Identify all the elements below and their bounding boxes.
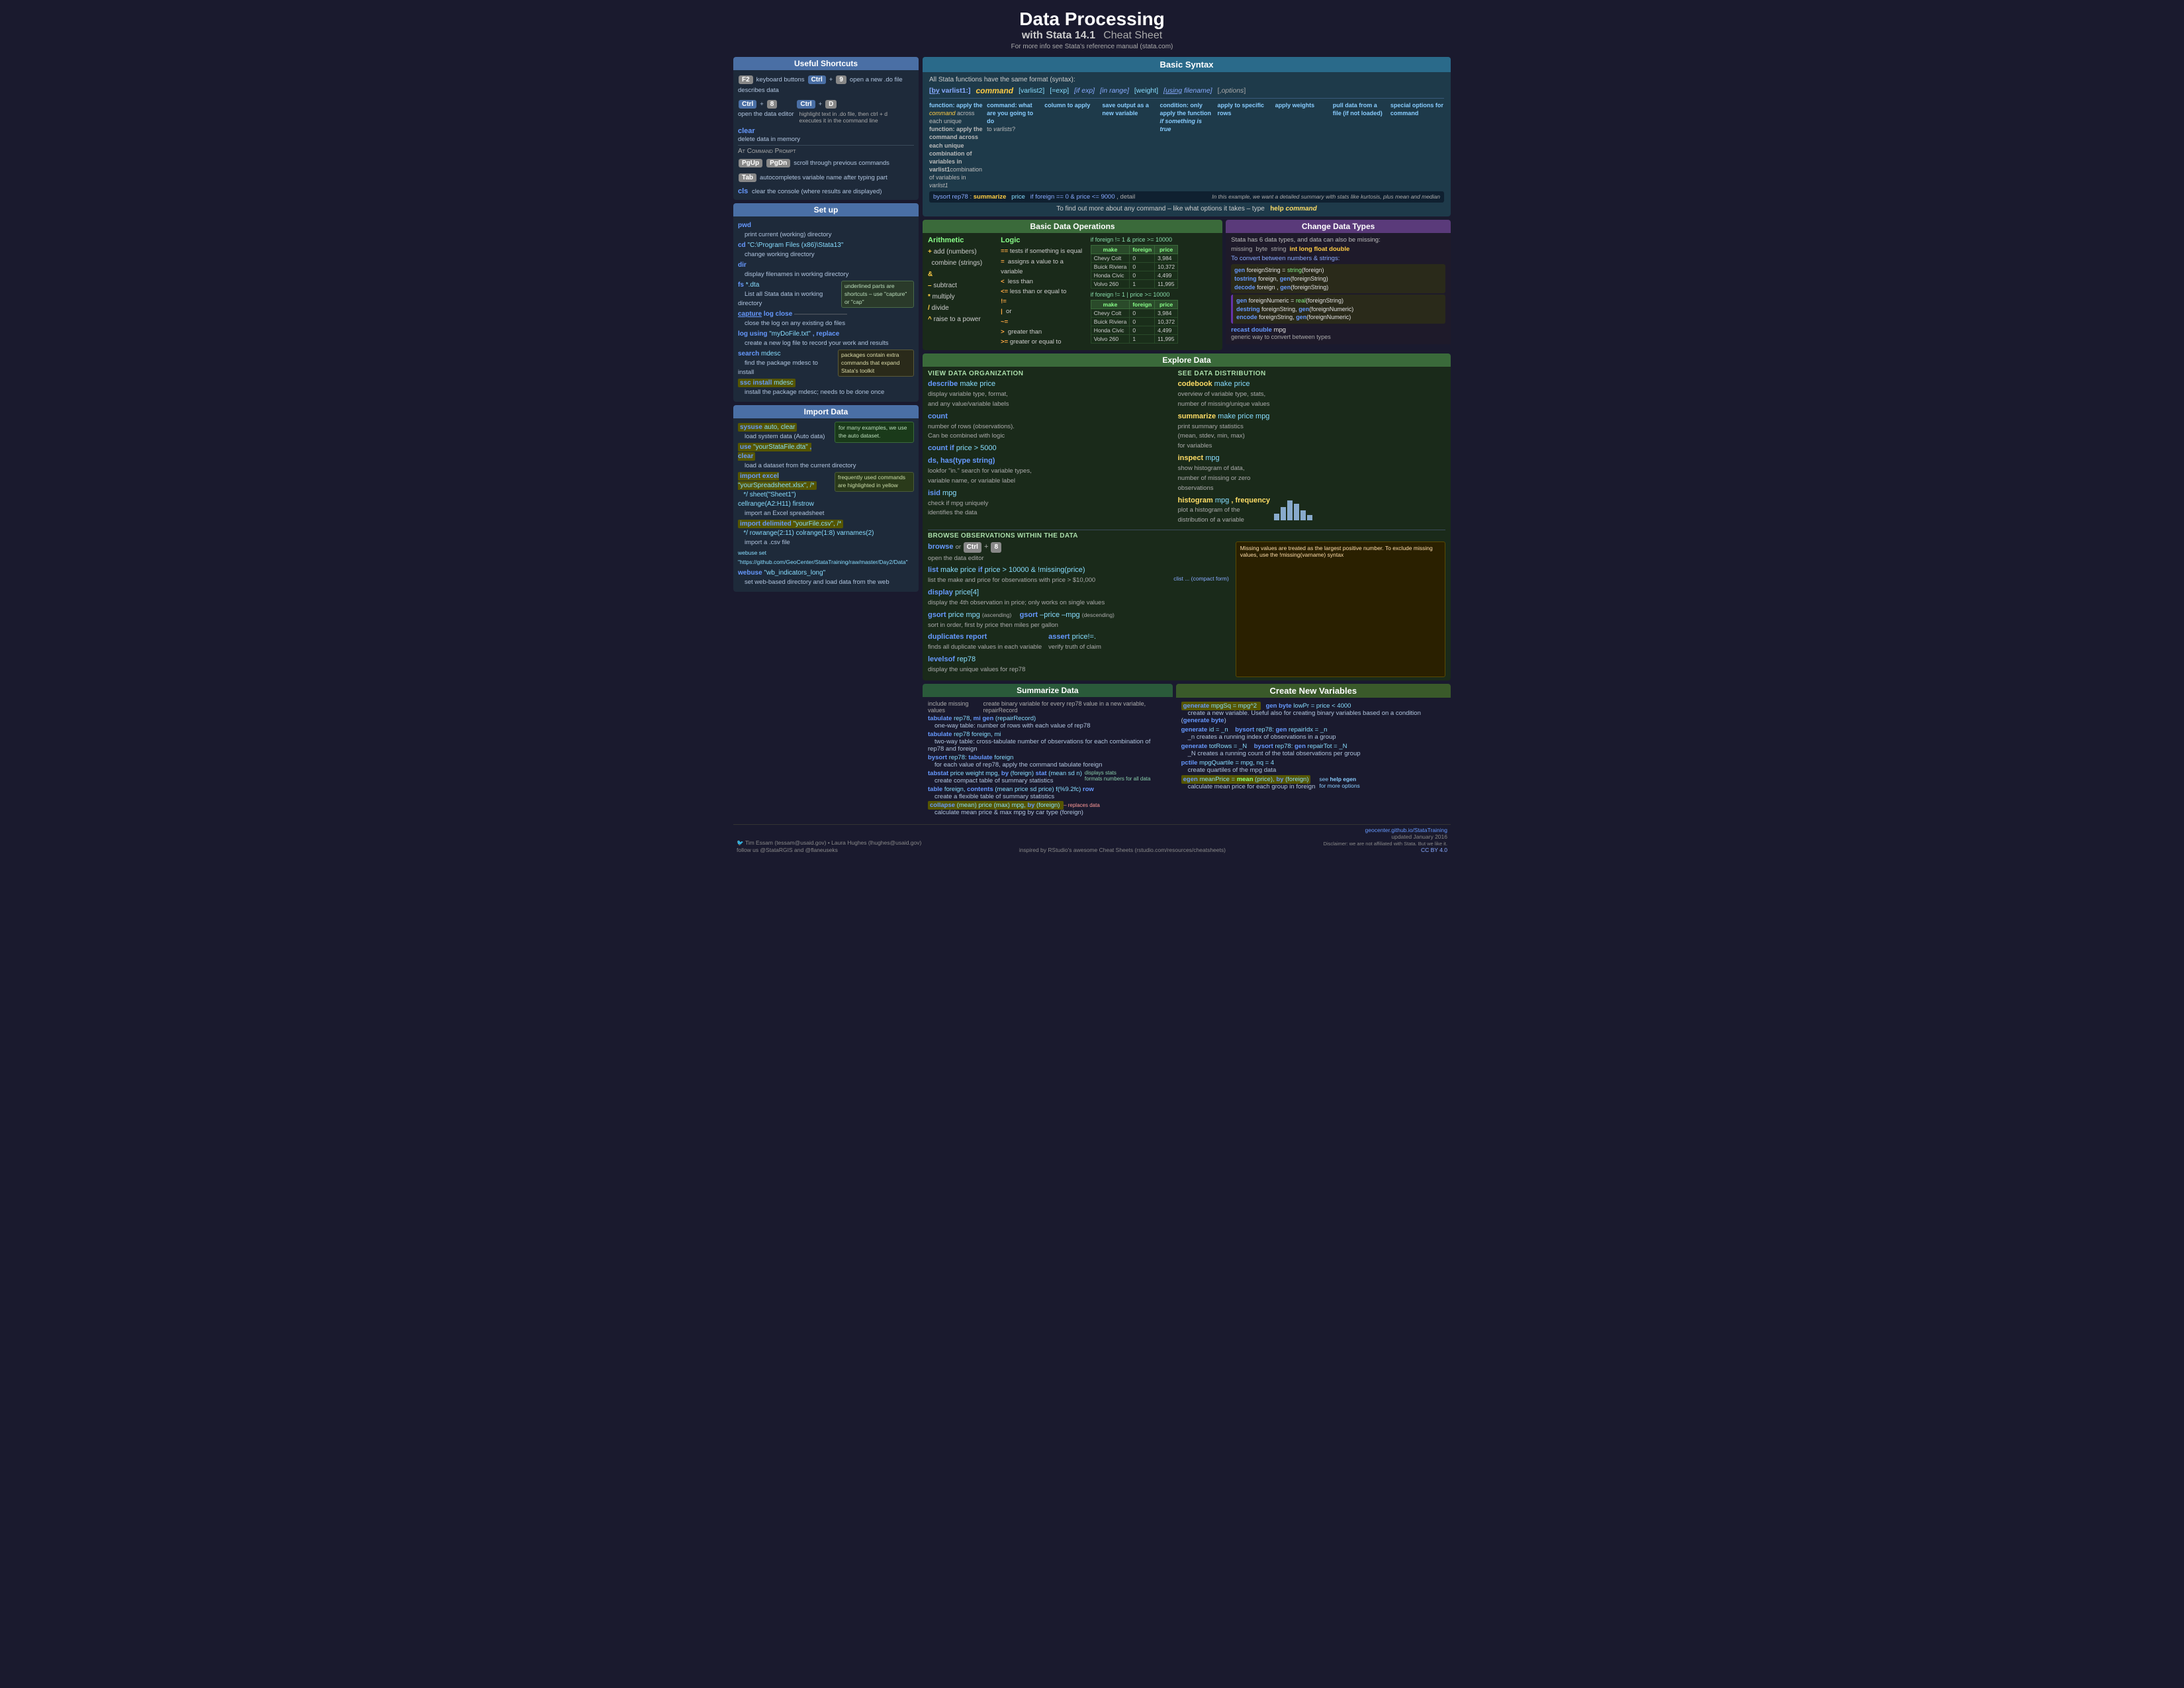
fs-cmd: fs *.dta List all Stata data in working … <box>738 281 914 308</box>
setup-section: Set up pwd print current (working) direc… <box>733 203 919 402</box>
syntax-col-exp: save output as a new variable <box>1102 101 1156 190</box>
data-ops-section: Basic Data Operations Arithmetic + add (… <box>923 220 1222 350</box>
summarize-body: include missing values create binary var… <box>923 697 1173 821</box>
import-freq-note: frequently used commands are highlighted… <box>835 472 914 492</box>
search-cmd: search mdesc find the package mdesc to i… <box>738 350 914 377</box>
tables-col: if foreign != 1 & price >= 10000 makefor… <box>1091 236 1217 347</box>
setup-body: pwd print current (working) directory cd… <box>733 216 919 402</box>
syntax-cols: function: apply the command across each … <box>929 98 1444 190</box>
shortcut-ctrl8: Ctrl + 8 Ctrl + D <box>738 99 914 109</box>
page-title: Data Processing with Stata 14.1 Cheat Sh… <box>733 9 1451 42</box>
middle-row: Basic Data Operations Arithmetic + add (… <box>923 220 1451 350</box>
caplog-cmd: capture log close —————————— close the l… <box>738 310 914 328</box>
footer: 🐦 Tim Essam (tessam@usaid.gov) • Laura H… <box>733 824 1451 855</box>
footer-right: geocenter.github.io/StataTraining update… <box>1324 827 1447 853</box>
syntax-header: Basic Syntax <box>923 57 1451 72</box>
left-column: Useful Shortcuts F2 keyboard buttons Ctr… <box>733 57 919 821</box>
see-dist-col: See Data Distribution codebook make pric… <box>1178 370 1445 528</box>
convert-numeric-block: gen foreignNumeric = real(foreignString)… <box>1231 295 1445 324</box>
log-cmd: log using "myDoFile.txt" , replace creat… <box>738 330 914 348</box>
dir-cmd: dir display filenames in working directo… <box>738 261 914 279</box>
shortcuts-header: Useful Shortcuts <box>733 57 919 70</box>
syntax-format: [by varlist1:] command [varlist2] [=exp]… <box>929 86 1444 95</box>
create-vars-body: generate mpgSq = mpg^2 gen byte lowPr = … <box>1176 698 1451 795</box>
change-types-header: Change Data Types <box>1226 220 1451 233</box>
table2: makeforeignprice Chevy Colt03,984 Buick … <box>1091 300 1178 344</box>
syntax-col-var: column to apply <box>1044 101 1098 190</box>
import-section: Import Data for many examples, we use th… <box>733 405 919 592</box>
shortcuts-section: Useful Shortcuts F2 keyboard buttons Ctr… <box>733 57 919 200</box>
convert-strings-block: gen foreignString = string(foreign) tost… <box>1231 264 1445 293</box>
pwd-cmd: pwd print current (working) directory <box>738 221 914 240</box>
create-vars-section: Create New Variables generate mpgSq = mp… <box>1176 684 1451 821</box>
subtitle: with Stata 14.1 Cheat Sheet <box>1022 32 1162 40</box>
change-types-section: Change Data Types Stata has 6 data types… <box>1226 220 1451 350</box>
logic-col: Logic == tests if something is equal = a… <box>1001 236 1085 347</box>
shortcut-f2: F2 keyboard buttons Ctrl + 9 open a new … <box>738 75 914 85</box>
footer-center: inspired by RStudio's awesome Cheat Shee… <box>1019 847 1226 853</box>
describes-data: describes data <box>738 86 914 94</box>
setup-header: Set up <box>733 203 919 216</box>
syntax-example: bysort rep78 : summarize price if foreig… <box>929 191 1444 203</box>
browse-note: Missing values are treated as the larges… <box>1236 541 1445 677</box>
syntax-col-in: apply to specific rows <box>1218 101 1271 190</box>
syntax-col-cmd: command: what are you going to do to var… <box>987 101 1040 190</box>
f2-key: F2 <box>739 75 753 84</box>
import-body: for many examples, we use the auto datas… <box>733 418 919 592</box>
create-vars-header: Create New Variables <box>1176 684 1451 698</box>
syntax-body: All Stata functions have the same format… <box>923 72 1451 217</box>
browse-col: browse or Ctrl + 8 open the data editor … <box>928 541 1229 677</box>
right-column: Basic Syntax All Stata functions have th… <box>923 57 1451 821</box>
syntax-col-weight: apply weights <box>1275 101 1329 190</box>
tab-shortcut: Tab autocompletes variable name after ty… <box>738 173 914 183</box>
change-types-body: Stata has 6 data types, and data can als… <box>1226 233 1451 344</box>
explore-header: Explore Data <box>923 353 1451 367</box>
import-note: for many examples, we use the auto datas… <box>835 422 914 443</box>
syntax-col-using: pull data from a file (if not loaded) <box>1333 101 1387 190</box>
footer-left: 🐦 Tim Essam (tessam@usaid.gov) • Laura H… <box>737 839 921 853</box>
cd-cmd: cd "C:\Program Files (x86)\Stata13" chan… <box>738 241 914 259</box>
recast-cmd: recast double mpg generic way to convert… <box>1231 326 1445 341</box>
bottom-row: Summarize Data include missing values cr… <box>923 684 1451 821</box>
pgup-pgdn: PgUp PgDn scroll through previous comman… <box>738 158 914 168</box>
syntax-section: Basic Syntax All Stata functions have th… <box>923 57 1451 217</box>
at-cmd-label: At Command Prompt <box>738 148 914 155</box>
nine-key: 9 <box>836 75 846 84</box>
table1: makeforeignprice Chevy Colt03,984 Buick … <box>1091 245 1178 289</box>
import-header: Import Data <box>733 405 919 418</box>
page-header: Data Processing with Stata 14.1 Cheat Sh… <box>733 5 1451 53</box>
summarize-header: Summarize Data <box>923 684 1173 697</box>
clear-shortcut: clear delete data in memory <box>738 127 914 143</box>
shortcuts-body: F2 keyboard buttons Ctrl + 9 open a new … <box>733 70 919 200</box>
help-line: To find out more about any command – lik… <box>929 205 1444 212</box>
summarize-section: Summarize Data include missing values cr… <box>923 684 1173 821</box>
syntax-col-by: function: apply the command across each … <box>929 101 983 190</box>
arithmetic-col: Arithmetic + add (numbers) combine (stri… <box>928 236 995 347</box>
histogram-chart <box>1274 497 1312 520</box>
data-ops-body: Arithmetic + add (numbers) combine (stri… <box>923 233 1222 350</box>
ssc-cmd: ssc install mdesc install the package md… <box>738 379 914 397</box>
data-types-list: missing byte string int long float doubl… <box>1231 246 1445 253</box>
ctrl-key: Ctrl <box>808 75 826 84</box>
data-ops-header: Basic Data Operations <box>923 220 1222 233</box>
cls-shortcut: cls clear the console (where results are… <box>738 187 914 195</box>
explore-body: View Data Organization describe make pri… <box>923 367 1451 680</box>
explore-section: Explore Data View Data Organization desc… <box>923 353 1451 680</box>
syntax-col-options: special options for command <box>1390 101 1444 190</box>
syntax-col-if: condition: only apply the function if so… <box>1160 101 1213 190</box>
view-org-col: View Data Organization describe make pri… <box>928 370 1171 528</box>
